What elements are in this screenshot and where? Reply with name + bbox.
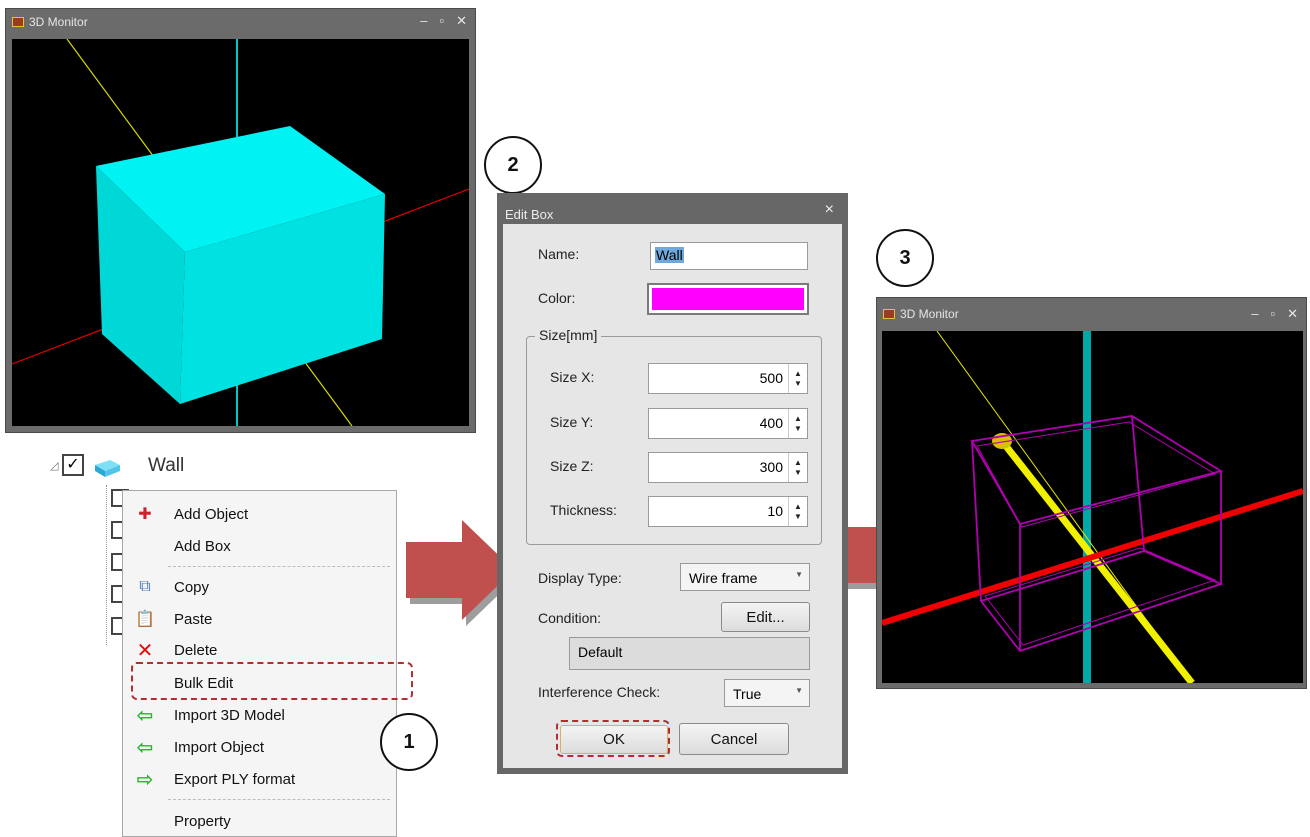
- size-y-value: 400: [759, 415, 783, 431]
- menu-item-import-3d-model[interactable]: ⇦ Import 3D Model: [123, 701, 396, 729]
- minimize-icon[interactable]: –: [420, 13, 427, 29]
- menu-item-export-ply[interactable]: ⇨ Export PLY format: [123, 765, 396, 793]
- interference-label: Interference Check:: [538, 684, 661, 700]
- add-object-icon: ✚: [138, 506, 152, 523]
- chevron-down-icon: ▼: [795, 686, 803, 695]
- menu-item-label: Copy: [174, 578, 210, 596]
- box-object-icon: [92, 457, 122, 477]
- step-marker-1: 1: [380, 713, 438, 771]
- import-arrow-icon: ⇦: [136, 704, 154, 727]
- size-z-value: 300: [759, 459, 783, 475]
- size-y-input[interactable]: 400 ▲ ▼: [648, 408, 808, 439]
- condition-display: Default: [569, 637, 810, 670]
- thickness-value: 10: [767, 503, 783, 519]
- name-label: Name:: [538, 246, 580, 262]
- menu-item-import-object[interactable]: ⇦ Import Object: [123, 733, 396, 761]
- menu-item-property[interactable]: Property: [123, 807, 396, 835]
- menu-item-add-box[interactable]: Add Box: [123, 532, 396, 560]
- step-marker-2: 2: [484, 136, 542, 194]
- size-x-value: 500: [759, 370, 783, 386]
- copy-icon: ⧉: [139, 578, 151, 595]
- size-y-spinner[interactable]: ▲ ▼: [788, 409, 807, 438]
- menu-item-label: Import Object: [174, 738, 265, 756]
- menu-item-label: Property: [174, 812, 231, 830]
- close-icon[interactable]: ✕: [1287, 306, 1298, 322]
- menu-item-delete[interactable]: ✕ Delete: [123, 636, 396, 664]
- maximize-icon[interactable]: ▫: [439, 13, 444, 29]
- dialog-close-icon[interactable]: ×: [825, 201, 834, 219]
- delete-icon: ✕: [136, 639, 154, 662]
- display-type-value: Wire frame: [689, 570, 758, 586]
- size-y-label: Size Y:: [550, 414, 594, 430]
- size-x-spinner[interactable]: ▲ ▼: [788, 364, 807, 393]
- dialog-title: Edit Box: [505, 207, 554, 222]
- color-fill: [652, 288, 804, 310]
- monitor-window-3: 3D Monitor – ▫ ✕: [876, 297, 1307, 689]
- size-x-input[interactable]: 500 ▲ ▼: [648, 363, 808, 394]
- import-arrow-icon: ⇦: [136, 736, 154, 759]
- size-x-label: Size X:: [550, 369, 595, 385]
- dialog-body: Name: Wall Color: Size[mm] Size X: 500 ▲…: [503, 224, 842, 768]
- monitor-window-1: 3D Monitor – ▫ ✕: [5, 8, 476, 433]
- name-input[interactable]: Wall: [650, 242, 808, 270]
- thickness-spinner[interactable]: ▲ ▼: [788, 497, 807, 526]
- display-type-select[interactable]: Wire frame ▼: [680, 563, 810, 591]
- interference-value: True: [733, 686, 762, 702]
- display-type-label: Display Type:: [538, 570, 622, 586]
- menu-item-label: Import 3D Model: [174, 706, 285, 724]
- bulk-edit-highlight: [131, 662, 413, 700]
- condition-value: Default: [578, 644, 623, 660]
- color-label: Color:: [538, 290, 576, 306]
- step-marker-3: 3: [876, 229, 934, 287]
- 3d-viewport[interactable]: [12, 39, 469, 426]
- menu-item-copy[interactable]: ⧉ Copy: [123, 573, 396, 601]
- app-icon: [883, 309, 895, 319]
- app-icon: [12, 17, 24, 27]
- expand-icon[interactable]: ◿: [50, 459, 58, 472]
- cancel-button[interactable]: Cancel: [679, 723, 789, 755]
- wireframe-scene: [882, 331, 1303, 683]
- tree-checkbox[interactable]: ✓: [62, 454, 84, 476]
- monitor-title: 3D Monitor: [900, 307, 959, 321]
- ok-highlight: [556, 720, 670, 757]
- export-arrow-icon: ⇨: [136, 768, 154, 791]
- menu-item-label: Add Object: [174, 505, 249, 523]
- monitor-title: 3D Monitor: [29, 15, 88, 29]
- size-z-input[interactable]: 300 ▲ ▼: [648, 452, 808, 483]
- maximize-icon[interactable]: ▫: [1270, 306, 1275, 322]
- thickness-label: Thickness:: [550, 502, 617, 518]
- edit-box-dialog: Edit Box × Name: Wall Color: Size[mm] Si…: [497, 193, 848, 774]
- tree-item-wall[interactable]: Wall: [148, 455, 184, 477]
- thickness-input[interactable]: 10 ▲ ▼: [648, 496, 808, 527]
- size-z-spinner[interactable]: ▲ ▼: [788, 453, 807, 482]
- paste-icon: 📋: [135, 611, 155, 628]
- 3d-viewport[interactable]: [882, 331, 1303, 683]
- size-group-label: Size[mm]: [535, 327, 602, 343]
- minimize-icon[interactable]: –: [1251, 306, 1258, 322]
- condition-label: Condition:: [538, 610, 602, 626]
- condition-edit-button[interactable]: Edit...: [721, 602, 810, 632]
- menu-separator: [168, 799, 390, 801]
- menu-separator: [168, 566, 390, 568]
- interference-select[interactable]: True ▼: [724, 679, 810, 707]
- color-swatch[interactable]: [647, 283, 809, 315]
- name-value: Wall: [655, 247, 684, 263]
- menu-item-label: Paste: [174, 610, 213, 628]
- menu-item-label: Export PLY format: [174, 770, 296, 788]
- menu-item-add-object[interactable]: ✚ Add Object: [123, 500, 396, 528]
- solid-box-scene: [12, 39, 469, 426]
- monitor-titlebar[interactable]: 3D Monitor: [877, 298, 1306, 330]
- chevron-down-icon: ▼: [795, 570, 803, 579]
- menu-item-paste[interactable]: 📋 Paste: [123, 605, 396, 633]
- size-z-label: Size Z:: [550, 458, 594, 474]
- menu-item-label: Delete: [174, 641, 218, 659]
- menu-item-label: Add Box: [174, 537, 231, 555]
- close-icon[interactable]: ✕: [456, 13, 467, 29]
- monitor-titlebar[interactable]: 3D Monitor: [6, 9, 475, 35]
